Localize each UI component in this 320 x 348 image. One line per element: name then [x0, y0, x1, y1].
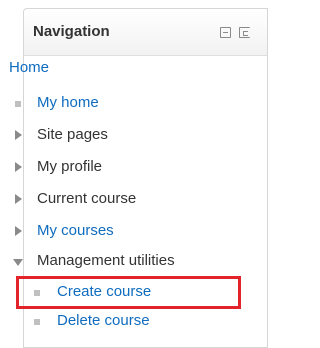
nav-item-my-home[interactable]: My home	[0, 90, 240, 116]
bullet-icon	[15, 101, 21, 107]
nav-item-current-course[interactable]: Current course	[0, 186, 240, 212]
nav-item-my-profile[interactable]: My profile	[0, 154, 240, 180]
nav-item-site-pages[interactable]: Site pages	[0, 122, 240, 148]
block-title: Navigation	[33, 23, 110, 40]
nav-item-label[interactable]: My profile	[37, 158, 102, 175]
nav-item-label[interactable]: My home	[37, 94, 99, 111]
nav-item-label[interactable]: Delete course	[57, 312, 150, 329]
nav-item-label[interactable]: Site pages	[37, 126, 108, 143]
nav-home-link[interactable]: Home	[9, 59, 49, 76]
nav-item-label[interactable]: Current course	[37, 190, 136, 207]
expand-arrow-icon[interactable]	[15, 162, 22, 172]
bullet-icon	[34, 319, 40, 325]
collapse-block-icon[interactable]	[220, 27, 231, 38]
dock-block-icon[interactable]	[239, 27, 250, 38]
expand-arrow-icon[interactable]	[15, 226, 22, 236]
nav-subitem-delete-course[interactable]: Delete course	[0, 308, 240, 334]
nav-item-management-utilities[interactable]: Management utilities	[0, 248, 240, 274]
expand-arrow-icon[interactable]	[15, 130, 22, 140]
nav-item-label[interactable]: Management utilities	[37, 252, 175, 269]
nav-item-label[interactable]: My courses	[37, 222, 114, 239]
expand-arrow-icon[interactable]	[15, 194, 22, 204]
block-header: Navigation	[24, 9, 267, 56]
collapse-arrow-icon[interactable]	[13, 259, 23, 266]
nav-item-my-courses[interactable]: My courses	[0, 218, 240, 244]
highlight-box	[16, 276, 241, 309]
